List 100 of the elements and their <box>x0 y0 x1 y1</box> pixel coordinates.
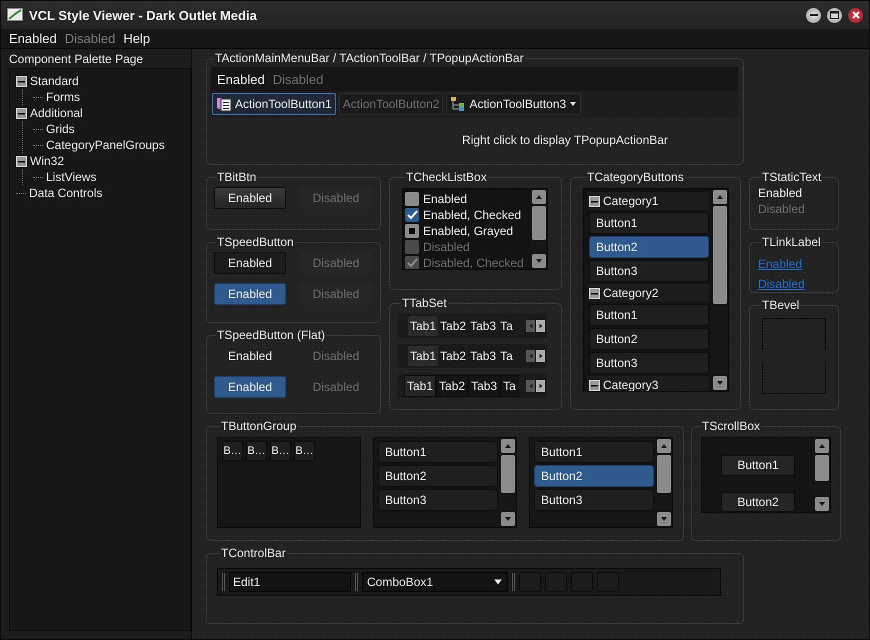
collapse-icon[interactable] <box>16 108 27 118</box>
group-button[interactable]: Button3 <box>378 489 498 511</box>
scrollbar[interactable] <box>712 189 728 391</box>
combo-box[interactable]: ComboBox1 <box>362 572 508 592</box>
group-button[interactable]: Button1 <box>534 441 654 463</box>
group-title: TCheckListBox <box>405 170 488 184</box>
tab[interactable]: Tab1 <box>408 346 438 366</box>
group-button[interactable]: B… <box>222 441 243 461</box>
group-title: TActionMainMenuBar / TActionToolBar / TPopupActionBar <box>214 51 525 65</box>
caret-down-icon <box>504 515 512 523</box>
group-title: TBevel <box>761 298 800 312</box>
scroll-down-button[interactable] <box>501 512 515 526</box>
collapse-icon[interactable] <box>16 76 27 86</box>
tree-item[interactable]: ListViews <box>46 170 96 184</box>
caret-up-icon <box>535 193 543 201</box>
push-button[interactable]: Enabled <box>214 187 286 209</box>
collapse-icon[interactable] <box>589 380 600 390</box>
scroll-right-button[interactable] <box>536 380 545 392</box>
category-button[interactable]: Button3 <box>589 260 709 282</box>
scrollbar[interactable] <box>656 438 672 527</box>
tab[interactable]: Tab1 <box>408 316 438 336</box>
scroll-down-button[interactable] <box>713 376 727 390</box>
toolbar-button[interactable]: ActionToolButton1 <box>212 93 336 115</box>
list-item[interactable]: Enabled <box>423 192 468 206</box>
push-button[interactable]: Enabled <box>214 283 286 305</box>
tab[interactable]: Tab3 <box>468 375 500 397</box>
scroll-up-button[interactable] <box>815 439 829 453</box>
toolbar-button[interactable]: ActionToolButton3 <box>446 93 582 115</box>
scroll-right-button[interactable] <box>536 320 545 332</box>
group-button[interactable]: Button1 <box>378 441 498 463</box>
caret-left-icon <box>528 323 534 329</box>
category-button[interactable]: Button3 <box>589 352 709 374</box>
checkbox[interactable] <box>405 208 419 222</box>
scrollbar[interactable] <box>500 438 516 527</box>
minimize-button[interactable] <box>806 8 821 22</box>
scroll-up-button[interactable] <box>532 190 546 204</box>
check-icon <box>406 258 418 268</box>
category-button[interactable]: Button1 <box>589 212 709 234</box>
scroll-thumb[interactable] <box>501 455 515 493</box>
caret-right-icon <box>538 383 544 389</box>
group-button[interactable]: B… <box>294 441 315 461</box>
scroll-down-button[interactable] <box>657 512 671 526</box>
hint-text: Right click to display TPopupActionBar <box>462 133 668 147</box>
scroll-thumb[interactable] <box>815 455 829 481</box>
scroll-right-button[interactable] <box>536 350 545 362</box>
scroll-thumb[interactable] <box>657 455 671 493</box>
category-button[interactable]: Button1 <box>589 304 709 326</box>
list-item[interactable]: Enabled, Grayed <box>423 224 514 238</box>
scrollbar[interactable] <box>814 438 830 512</box>
scroll-thumb[interactable] <box>713 206 727 304</box>
group-title: TButtonGroup <box>220 419 298 433</box>
tab[interactable]: Tab2 <box>436 375 468 397</box>
maximize-button[interactable] <box>827 8 842 22</box>
push-button[interactable]: Enabled <box>214 252 286 274</box>
group-title: TScrollBox <box>701 419 762 433</box>
tree-item[interactable]: Grids <box>46 122 75 136</box>
list-item[interactable]: Enabled, Checked <box>423 208 522 222</box>
group-button[interactable]: B… <box>270 441 291 461</box>
push-button[interactable]: Button1 <box>721 455 795 476</box>
group-button[interactable]: Button2 <box>534 465 654 487</box>
collapse-icon[interactable] <box>589 196 600 206</box>
category-button[interactable]: Button2 <box>589 328 709 350</box>
edit-field[interactable]: Edit1 <box>229 572 351 592</box>
menu-item[interactable]: Enabled <box>215 72 267 86</box>
tab[interactable]: Tab1 <box>404 375 436 397</box>
tree-item[interactable]: Data Controls <box>29 186 102 200</box>
window-title: VCL Style Viewer - Dark Outlet Media <box>29 8 258 22</box>
menu-item[interactable]: Help <box>119 31 154 46</box>
collapse-icon[interactable] <box>589 288 600 298</box>
collapse-icon[interactable] <box>16 156 27 166</box>
tree-item[interactable]: Additional <box>30 106 83 120</box>
push-button[interactable]: Button2 <box>721 492 795 512</box>
scrollbar[interactable] <box>531 189 547 269</box>
group-button[interactable]: Button3 <box>534 489 654 511</box>
scroll-up-button[interactable] <box>657 439 671 453</box>
menu-item[interactable]: Enabled <box>5 31 61 46</box>
category-button[interactable]: Button2 <box>589 236 709 258</box>
close-icon <box>852 11 860 19</box>
scroll-up-button[interactable] <box>713 190 727 204</box>
checkbox[interactable] <box>405 224 419 238</box>
scroll-up-button[interactable] <box>501 439 515 453</box>
push-button[interactable]: Enabled <box>214 376 286 398</box>
close-button[interactable] <box>848 8 863 22</box>
tree-item[interactable]: CategoryPanelGroups <box>46 138 165 152</box>
scroll-down-button[interactable] <box>815 497 829 511</box>
caret-right-icon <box>538 353 544 359</box>
checkbox[interactable] <box>405 192 419 206</box>
tab[interactable]: Ta <box>500 375 519 397</box>
push-button[interactable]: Enabled <box>214 345 286 367</box>
caret-right-icon <box>538 323 544 329</box>
scroll-down-button[interactable] <box>532 254 546 268</box>
scroll-thumb[interactable] <box>532 206 546 240</box>
caret-up-icon <box>818 442 826 450</box>
group-title: TControlBar <box>220 546 287 560</box>
caret-up-icon <box>716 193 724 201</box>
tree-item[interactable]: Forms <box>46 90 80 104</box>
group-button[interactable]: B… <box>246 441 267 461</box>
tree-item[interactable]: Win32 <box>30 154 64 168</box>
tree-item[interactable]: Standard <box>30 74 79 88</box>
group-button[interactable]: Button2 <box>378 465 498 487</box>
